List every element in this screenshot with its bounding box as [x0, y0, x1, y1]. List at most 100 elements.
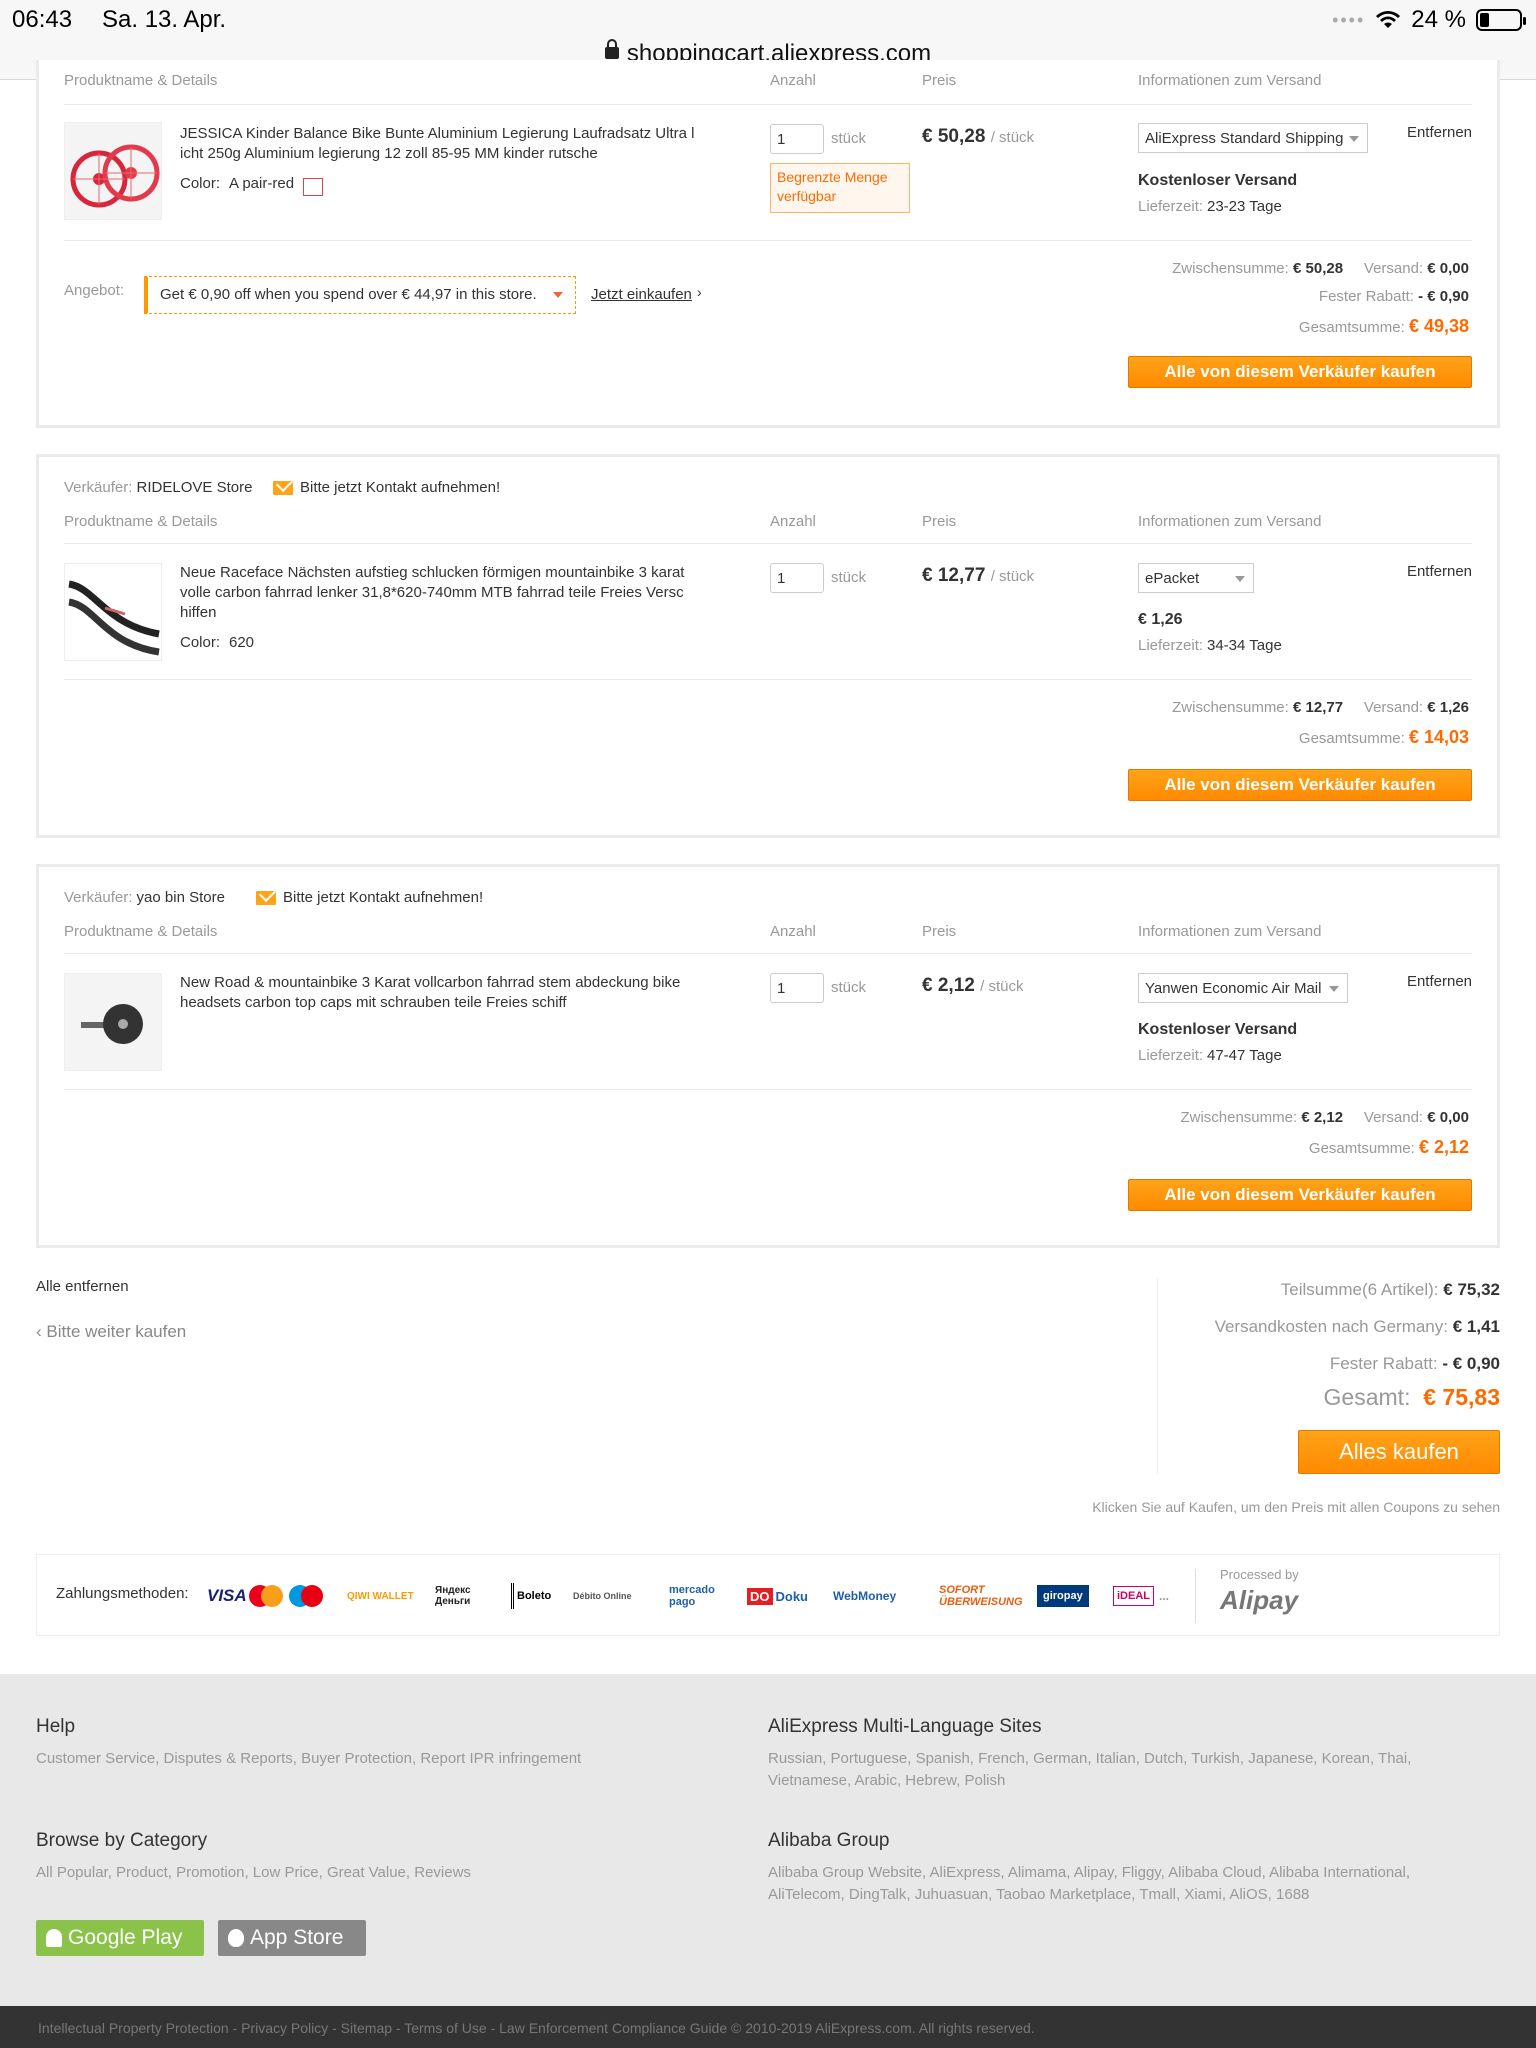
subtotal-label: Zwischensumme:	[1172, 260, 1289, 277]
delivery-label: Lieferzeit:	[1138, 637, 1204, 654]
mastercard-icon	[249, 1583, 283, 1609]
remove-button[interactable]: Entfernen	[1407, 973, 1472, 990]
per-unit: / stück	[990, 568, 1035, 585]
color-label: Color:	[180, 634, 221, 651]
store-card-3: Verkäufer: yao bin Store Bitte jetzt Kon…	[36, 864, 1500, 1248]
product-image[interactable]	[64, 973, 162, 1071]
status-date: Sa. 13. Apr.	[102, 6, 227, 33]
total-label: Gesamtsumme:	[1298, 730, 1405, 747]
site-footer: Help Customer Service, Disputes & Report…	[0, 1674, 1536, 2006]
quantity-input[interactable]: 1	[770, 973, 824, 1003]
color-swatch-icon	[303, 178, 323, 196]
signal-dots-icon: ••••	[1332, 9, 1366, 30]
chevron-down-icon	[1235, 576, 1245, 582]
store-card-2: Verkäufer: RIDELOVE Store Bitte jetzt Ko…	[36, 454, 1500, 838]
yandex-money-icon: Яндекс Деньги	[435, 1585, 471, 1607]
col-price: Preis	[922, 923, 957, 940]
contact-link[interactable]: Bitte jetzt Kontakt aufnehmen!	[283, 889, 483, 906]
shop-now-link[interactable]: Jetzt einkaufen	[591, 286, 692, 303]
shipping-cost: € 1,26	[1138, 611, 1183, 628]
ideal-icon: iDEAL	[1113, 1586, 1154, 1606]
help-links[interactable]: Customer Service, Disputes & Reports, Bu…	[36, 1748, 736, 1770]
giropay-icon: giropay	[1037, 1585, 1089, 1607]
wifi-icon	[1376, 11, 1401, 28]
buy-seller-button[interactable]: Alle von diesem Verkäufer kaufen	[1128, 1179, 1472, 1211]
cart-shipping-value: € 1,41	[1452, 1317, 1500, 1336]
cart-subtotal-value: € 75,32	[1443, 1280, 1500, 1299]
col-product: Produktname & Details	[64, 72, 218, 89]
buy-all-button[interactable]: Alles kaufen	[1298, 1430, 1500, 1474]
google-play-button[interactable]: Google Play	[36, 1920, 204, 1956]
chevron-down-icon	[1349, 136, 1359, 142]
caret-down-icon	[553, 292, 563, 298]
chevron-left-icon: ‹	[36, 1322, 47, 1341]
col-qty: Anzahl	[770, 513, 816, 530]
shipping-method-select[interactable]: Yanwen Economic Air Mail	[1138, 973, 1348, 1003]
total-value: € 49,38	[1408, 316, 1469, 336]
shipping-label: Versand:	[1363, 1109, 1424, 1126]
quantity-input[interactable]: 1	[770, 124, 824, 154]
cart-total-value: € 75,83	[1423, 1384, 1500, 1410]
offer-text: Get € 0,90 off when you spend over € 44,…	[160, 286, 537, 303]
webmoney-icon: WebMoney	[833, 1589, 897, 1603]
buy-seller-button[interactable]: Alle von diesem Verkäufer kaufen	[1128, 769, 1472, 801]
col-price: Preis	[922, 513, 957, 530]
divider	[1195, 1569, 1196, 1623]
offer-select[interactable]: Get € 0,90 off when you spend over € 44,…	[144, 276, 576, 314]
app-store-button[interactable]: App Store	[218, 1920, 366, 1956]
subtotal-value: € 50,28	[1293, 260, 1344, 277]
item-price: € 50,28	[922, 126, 986, 147]
buy-seller-button[interactable]: Alle von diesem Verkäufer kaufen	[1128, 356, 1472, 388]
shipping-method-select[interactable]: AliExpress Standard Shipping	[1138, 123, 1368, 153]
visa-icon: VISA	[207, 1586, 247, 1605]
subtotal-value: € 12,77	[1293, 699, 1344, 716]
continue-shopping-link[interactable]: ‹ Bitte weiter kaufen	[36, 1322, 186, 1342]
contact-link[interactable]: Bitte jetzt Kontakt aufnehmen!	[300, 479, 500, 496]
product-image[interactable]	[64, 563, 162, 661]
shipping-method-select[interactable]: ePacket	[1138, 563, 1254, 593]
cart-total-label: Gesamt:	[1323, 1384, 1411, 1410]
browse-links[interactable]: All Popular, Product, Promotion, Low Pri…	[36, 1862, 736, 1884]
mail-icon	[256, 891, 276, 905]
remove-button[interactable]: Entfernen	[1407, 124, 1472, 141]
footer-bottom-links[interactable]: Intellectual Property Protection - Priva…	[0, 2006, 1536, 2048]
alibaba-title: Alibaba Group	[768, 1830, 890, 1851]
total-value: € 14,03	[1408, 727, 1469, 747]
shipping-method-value: AliExpress Standard Shipping	[1145, 130, 1344, 147]
shipping-value: € 1,26	[1427, 699, 1469, 716]
delivery-time: 23-23 Tage	[1207, 198, 1282, 215]
delivery-time: 34-34 Tage	[1207, 637, 1282, 654]
sofort-icon: SOFORT ÜBERWEISUNG	[939, 1584, 1023, 1608]
product-title[interactable]: Neue Raceface Nächsten aufstieg schlucke…	[180, 563, 705, 623]
cart-shipping-label: Versandkosten nach Germany:	[1214, 1317, 1448, 1336]
seller-name[interactable]: RIDELOVE Store	[137, 479, 253, 496]
offer-label: Angebot:	[64, 282, 125, 299]
col-shipping: Informationen zum Versand	[1138, 513, 1322, 530]
mercado-pago-icon: mercado pago	[669, 1584, 715, 1608]
subtotal-value: € 2,12	[1301, 1109, 1344, 1126]
seller-name[interactable]: yao bin Store	[137, 889, 225, 906]
remove-all-link[interactable]: Alle entfernen	[36, 1278, 129, 1295]
product-image[interactable]	[64, 122, 162, 220]
status-time: 06:43	[12, 6, 73, 33]
product-title[interactable]: JESSICA Kinder Balance Bike Bunte Alumin…	[180, 124, 705, 164]
android-icon	[46, 1929, 62, 1947]
color-value: A pair-red	[229, 175, 295, 192]
unit-label: stück	[831, 979, 867, 996]
subtotal-label: Zwischensumme:	[1180, 1109, 1298, 1126]
col-product: Produktname & Details	[64, 513, 218, 530]
processed-by-label: Processed by	[1220, 1567, 1299, 1582]
alibaba-links[interactable]: Alibaba Group Website, AliExpress, Alima…	[768, 1862, 1488, 1906]
remove-button[interactable]: Entfernen	[1407, 563, 1472, 580]
item-price: € 12,77	[922, 565, 986, 586]
col-shipping: Informationen zum Versand	[1138, 923, 1322, 940]
quantity-input[interactable]: 1	[770, 563, 824, 593]
col-price: Preis	[922, 72, 957, 89]
boleto-icon: Boleto	[511, 1583, 551, 1609]
delivery-time: 47-47 Tage	[1207, 1047, 1282, 1064]
product-title[interactable]: New Road & mountainbike 3 Karat vollcarb…	[180, 973, 705, 1013]
multilang-links[interactable]: Russian, Portuguese, Spanish, French, Ge…	[768, 1748, 1468, 1792]
seller-label: Verkäufer:	[64, 889, 133, 906]
total-value: € 2,12	[1418, 1137, 1469, 1157]
qiwi-icon: QIWI WALLET	[347, 1590, 414, 1602]
